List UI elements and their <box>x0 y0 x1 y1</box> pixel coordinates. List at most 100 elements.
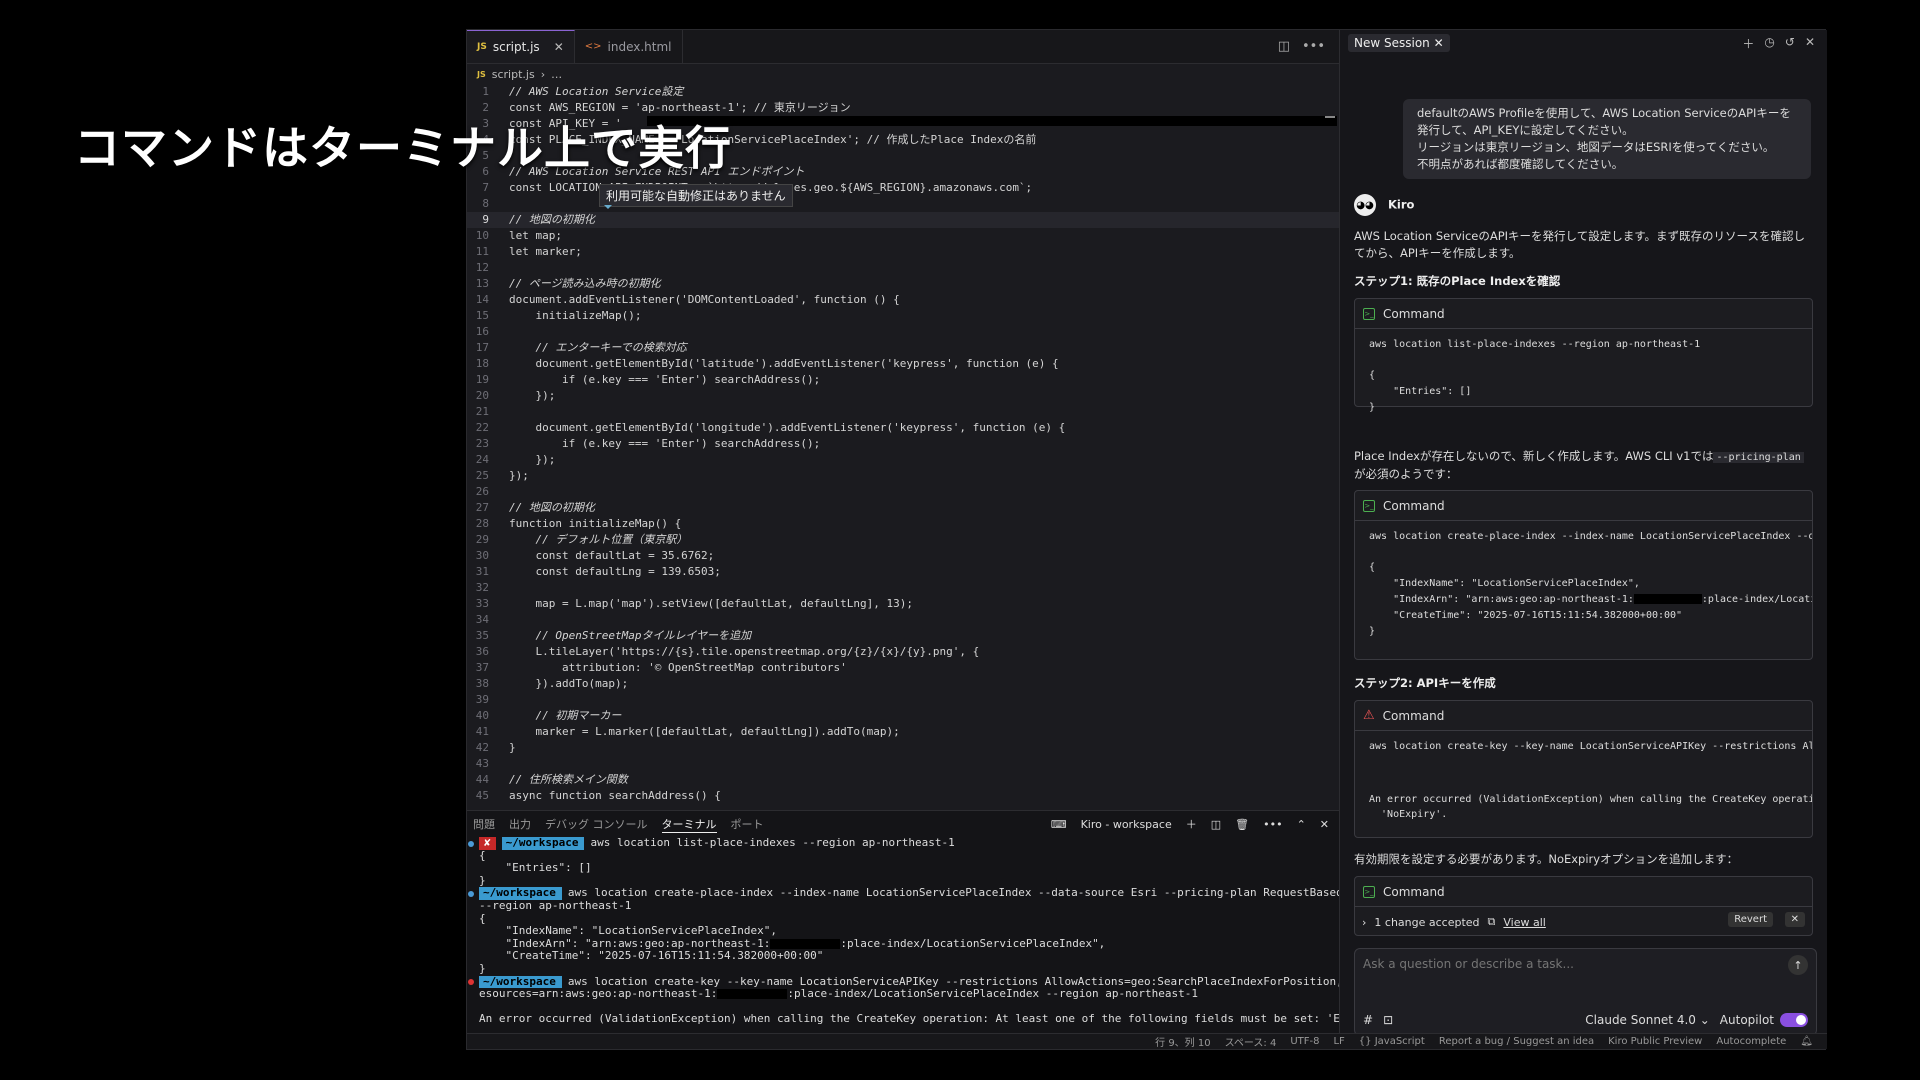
code-line[interactable]: 29 // デフォルト位置（東京駅） <box>467 532 1339 548</box>
more-actions-icon[interactable]: ••• <box>1263 818 1282 831</box>
code-line[interactable]: 27 // 地図の初期化 <box>467 500 1339 516</box>
hash-context-icon[interactable]: # <box>1363 1013 1373 1027</box>
code-line[interactable]: 40 // 初期マーカー <box>467 708 1339 724</box>
close-icon[interactable]: ✕ <box>1434 36 1444 50</box>
add-terminal-icon[interactable]: ＋ <box>1186 816 1197 832</box>
cursor-position[interactable]: 行 9、列 10 <box>1155 1034 1210 1049</box>
model-selector[interactable]: Claude Sonnet 4.0 ⌄ <box>1585 1013 1710 1027</box>
tab-terminal[interactable]: ターミナル <box>661 816 717 833</box>
chat-session-tab[interactable]: New Session ✕ <box>1348 34 1450 52</box>
code-line[interactable]: 23 if (e.key === 'Enter') searchAddress(… <box>467 436 1339 452</box>
code-line[interactable]: 13 // ページ読み込み時の初期化 <box>467 276 1339 292</box>
code-line[interactable]: 15 initializeMap(); <box>467 308 1339 324</box>
code-line[interactable]: 37 attribution: '© OpenStreetMap contrib… <box>467 660 1339 676</box>
feedback-link[interactable]: Report a bug / Suggest an idea <box>1439 1036 1594 1047</box>
user-message-line: defaultのAWS Profileを使用して、AWS Location Se… <box>1417 106 1791 137</box>
split-terminal-icon[interactable]: ◫ <box>1211 818 1221 831</box>
code-text: if (e.key === 'Enter') searchAddress(); <box>509 437 821 450</box>
image-attach-icon[interactable]: ⊡ <box>1383 1013 1393 1027</box>
autocomplete-status[interactable]: Autocomplete <box>1716 1036 1786 1047</box>
code-line[interactable]: 42} <box>467 740 1339 756</box>
line-number: 11 <box>475 245 489 258</box>
code-line[interactable]: 45 async function searchAddress() { <box>467 788 1339 804</box>
code-line[interactable]: 36 L.tileLayer('https://{s}.tile.openstr… <box>467 644 1339 660</box>
code-line[interactable]: 39 <box>467 692 1339 708</box>
encoding[interactable]: UTF-8 <box>1290 1036 1319 1047</box>
code-line[interactable]: 11 let marker; <box>467 244 1339 260</box>
toggle-switch[interactable] <box>1780 1013 1808 1027</box>
tab-output[interactable]: 出力 <box>509 816 531 832</box>
code-line[interactable]: 26 <box>467 484 1339 500</box>
accept-status: 1 change accepted <box>1374 915 1480 929</box>
more-actions-icon[interactable]: ••• <box>1302 39 1325 54</box>
user-message-line: リージョンは東京リージョン、地図データはESRIを使ってください。 <box>1417 140 1775 154</box>
code-line[interactable]: 21 <box>467 404 1339 420</box>
code-line[interactable]: 38 }).addTo(map); <box>467 676 1339 692</box>
line-number: 44 <box>475 773 489 786</box>
code-line[interactable]: 18 document.getElementById('latitude').a… <box>467 356 1339 372</box>
bell-icon[interactable]: 🔔︎ <box>1800 1036 1813 1047</box>
code-line[interactable]: 16 <box>467 324 1339 340</box>
language-mode[interactable]: {} JavaScript <box>1359 1036 1425 1047</box>
code-line[interactable]: 14 document.addEventListener('DOMContentL… <box>467 292 1339 308</box>
code-text: }).addTo(map); <box>509 677 629 690</box>
preview-label[interactable]: Kiro Public Preview <box>1608 1036 1702 1047</box>
chevron-right-icon[interactable]: › <box>1362 916 1366 929</box>
code-text: // 地図の初期化 <box>509 501 595 514</box>
code-line[interactable]: 9 // 地図の初期化 <box>467 212 1339 228</box>
terminal-session[interactable]: Kiro - workspace <box>1081 818 1172 831</box>
code-line[interactable]: 19 if (e.key === 'Enter') searchAddress(… <box>467 372 1339 388</box>
terminal-output[interactable]: ✘ ~/workspace aws location list-place-inde… <box>467 836 1413 1026</box>
code-line[interactable]: 7const LOCATION_API_ENDPOINT = `https://… <box>467 180 1339 196</box>
tab-problems[interactable]: 問題 <box>473 816 495 832</box>
tab-debug-console[interactable]: デバッグ コンソール <box>545 816 648 832</box>
code-line[interactable]: 1 // AWS Location Service設定 <box>467 84 1339 100</box>
code-line[interactable]: 33 map = L.map('map').setView([defaultLa… <box>467 596 1339 612</box>
breadcrumb-file[interactable]: script.js <box>492 68 535 81</box>
user-message: defaultのAWS Profileを使用して、AWS Location Se… <box>1403 99 1811 179</box>
code-text: attribution: '© OpenStreetMap contributo… <box>509 661 847 674</box>
restore-icon[interactable]: ↺ <box>1785 35 1795 52</box>
code-line[interactable]: 28 function initializeMap() { <box>467 516 1339 532</box>
agent-name: Kiro <box>1388 197 1415 212</box>
code-line[interactable]: 20 }); <box>467 388 1339 404</box>
view-all-link[interactable]: View all <box>1503 916 1545 929</box>
send-arrow-icon[interactable]: ↑ <box>1788 955 1808 975</box>
code-line[interactable]: 43 <box>467 756 1339 772</box>
code-line[interactable]: 25}); <box>467 468 1339 484</box>
add-icon[interactable]: ＋ <box>1742 35 1754 52</box>
code-line[interactable]: 22 document.getElementById('longitude').… <box>467 420 1339 436</box>
split-editor-icon[interactable]: ◫ <box>1278 39 1290 54</box>
code-line[interactable]: 44 // 住所検索メイン関数 <box>467 772 1339 788</box>
code-line[interactable]: 30 const defaultLat = 35.6762; <box>467 548 1339 564</box>
close-icon[interactable]: ✕ <box>1320 818 1329 831</box>
code-line[interactable]: 24 }); <box>467 452 1339 468</box>
tab-ports[interactable]: ポート <box>731 816 764 832</box>
code-line[interactable]: 32 <box>467 580 1339 596</box>
code-line[interactable]: 35 // OpenStreetMapタイルレイヤーを追加 <box>467 628 1339 644</box>
breadcrumb-rest[interactable]: … <box>551 68 562 81</box>
trash-icon[interactable]: 🗑 <box>1235 818 1249 831</box>
code-line[interactable]: 8 <box>467 196 1339 212</box>
breadcrumb: JS script.js › … <box>467 64 1339 84</box>
code-line[interactable]: 34 <box>467 612 1339 628</box>
code-line[interactable]: 12 <box>467 260 1339 276</box>
chevron-up-icon[interactable]: ⌃ <box>1297 818 1306 831</box>
close-icon[interactable]: ✕ <box>1805 35 1815 52</box>
chat-input[interactable] <box>1363 957 1763 971</box>
history-icon[interactable]: ◷ <box>1764 35 1774 52</box>
code-area[interactable]: 1// AWS Location Service設定 2 const AWS_REG… <box>467 84 1339 810</box>
autopilot-toggle[interactable]: Autopilot <box>1720 1013 1808 1027</box>
line-ending[interactable]: LF <box>1333 1036 1344 1047</box>
code-line[interactable]: 10 let map; <box>467 228 1339 244</box>
dismiss-icon[interactable]: ✕ <box>1784 912 1805 927</box>
indentation[interactable]: スペース: 4 <box>1225 1034 1277 1049</box>
close-tab-icon[interactable]: ✕ <box>554 40 564 54</box>
code-line[interactable]: 31 const defaultLng = 139.6503; <box>467 564 1339 580</box>
terminal-text: esources=arn:aws:geo:ap-northeast-1: <box>479 987 718 1001</box>
tab-script-js[interactable]: JS script.js ✕ <box>467 30 575 63</box>
code-line[interactable]: 41 marker = L.marker([defaultLat, defaul… <box>467 724 1339 740</box>
tab-index-html[interactable]: <> index.html <box>575 30 683 63</box>
revert-button[interactable]: Revert <box>1728 912 1773 927</box>
code-line[interactable]: 17 // エンターキーでの検索対応 <box>467 340 1339 356</box>
